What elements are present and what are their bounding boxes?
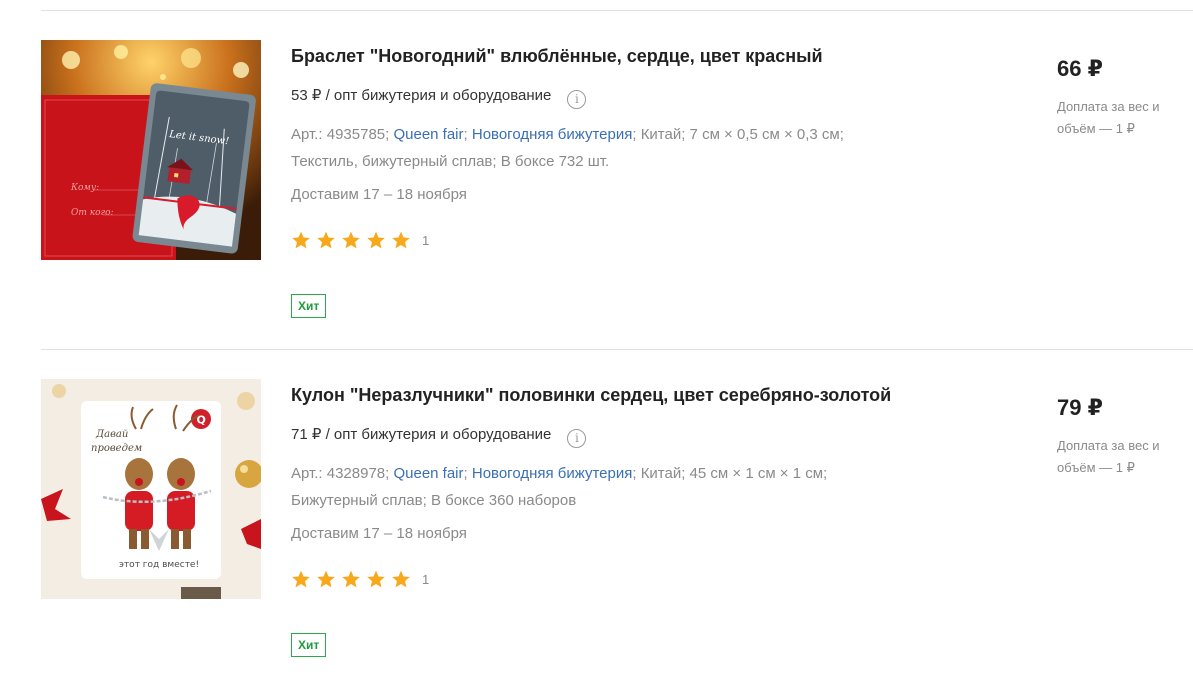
wholesale-price-text: 71 ₽ / опт бижутерия и оборудование [291, 426, 552, 443]
hit-badge: Хит [291, 294, 327, 318]
product-image-link[interactable]: Кому: От кого: Let it snow! [41, 40, 261, 260]
product-card: Q Давай проведем этот год вместе! Кулон … [0, 349, 1193, 688]
product-card: Кому: От кого: Let it snow! Браслет "Нов… [0, 10, 1193, 349]
product-image: Q Давай проведем этот год вместе! [41, 379, 261, 599]
article-number: Арт.: 4935785; [291, 126, 390, 143]
surcharge-note: Доплата за вес и объём — 1 ₽ [1057, 438, 1160, 475]
star-icon [292, 570, 310, 588]
reviews-count[interactable]: 1 [422, 233, 429, 248]
product-specs: Арт.: 4935785; Queen fair; Новогодняя би… [291, 126, 844, 170]
star-icon [317, 231, 335, 249]
category-link[interactable]: Новогодняя бижутерия [472, 465, 632, 482]
product-title-link[interactable]: Кулон "Неразлучники" половинки сердец, ц… [291, 385, 891, 406]
brand-link[interactable]: Queen fair [393, 126, 463, 143]
star-icon [342, 570, 360, 588]
rating[interactable]: 1 [291, 569, 429, 589]
card-to-text: Кому: [70, 183, 99, 193]
product-title-link[interactable]: Браслет "Новогодний" влюблённые, сердце,… [291, 46, 823, 67]
delivery-info: Доставим 17 – 18 ноября [291, 525, 467, 542]
brand-link[interactable]: Queen fair [393, 465, 463, 482]
product-image: Кому: От кого: Let it snow! [41, 40, 261, 260]
product-image-link[interactable]: Q Давай проведем этот год вместе! [41, 379, 261, 599]
info-icon[interactable]: i [567, 90, 587, 109]
specs-line-2: Текстиль, бижутерный сплав; В боксе 732 … [291, 153, 610, 170]
product-price: 79 ₽ [1057, 395, 1103, 420]
star-icon [392, 231, 410, 249]
product-specs: Арт.: 4328978; Queen fair; Новогодняя би… [291, 465, 828, 509]
info-icon[interactable]: i [567, 429, 587, 448]
specs-line-1: Китай; 45 см × 1 см × 1 см; [640, 465, 828, 482]
article-number: Арт.: 4328978; [291, 465, 390, 482]
wholesale-price: 53 ₽ / опт бижутерия и оборудование i [291, 86, 587, 109]
card-text-line-1: Давай [95, 429, 128, 440]
star-icon [342, 231, 360, 249]
surcharge-note: Доплата за вес и объём — 1 ₽ [1057, 99, 1160, 136]
card-from-text: От кого: [71, 208, 114, 218]
hit-badge: Хит [291, 633, 327, 657]
rating[interactable]: 1 [291, 230, 429, 250]
star-icon [392, 570, 410, 588]
product-price: 66 ₽ [1057, 56, 1103, 81]
star-icon [367, 231, 385, 249]
category-link[interactable]: Новогодняя бижутерия [472, 126, 632, 143]
wholesale-price: 71 ₽ / опт бижутерия и оборудование i [291, 425, 587, 448]
star-icon [317, 570, 335, 588]
star-icon [292, 231, 310, 249]
wholesale-price-text: 53 ₽ / опт бижутерия и оборудование [291, 87, 552, 104]
delivery-info: Доставим 17 – 18 ноября [291, 186, 467, 203]
reviews-count[interactable]: 1 [422, 572, 429, 587]
card-text-line-3: этот год вместе! [119, 560, 199, 570]
specs-line-2: Бижутерный сплав; В боксе 360 наборов [291, 492, 577, 509]
star-icon [367, 570, 385, 588]
card-text-line-2: проведем [91, 443, 142, 454]
specs-line-1: Китай; 7 см × 0,5 см × 0,3 см; [640, 126, 844, 143]
